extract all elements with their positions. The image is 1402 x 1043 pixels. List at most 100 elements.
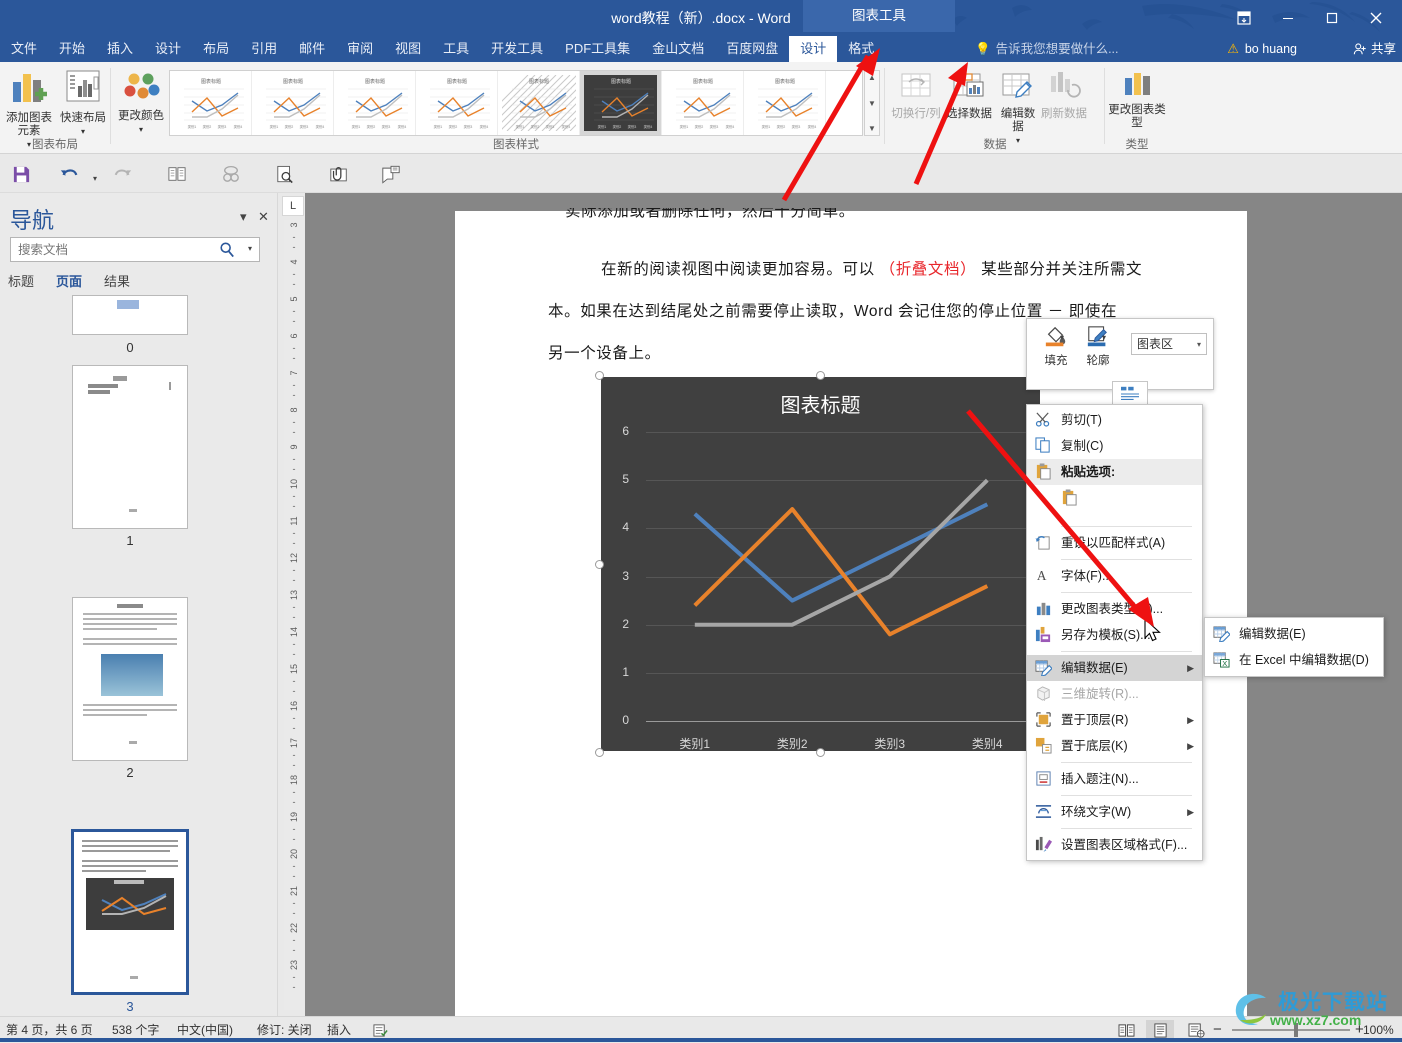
account-area[interactable]: ⚠ bo huang	[1227, 36, 1297, 62]
outline-button[interactable]: 轮廓	[1077, 325, 1119, 368]
change-chart-type-button[interactable]: 更改图表类型	[1108, 70, 1166, 130]
chart-object[interactable]: 图表标题 0123456 类别1 类别2 类别3 类别4	[595, 371, 1046, 757]
tell-me-box[interactable]: 💡 告诉我您想要做什么...	[975, 36, 1119, 62]
menu-item-1[interactable]: 开始	[48, 36, 96, 62]
save-icon[interactable]	[8, 161, 34, 187]
chart-style-thumbnail-0[interactable]: 图表标题 类别1 类别2 类别3 类别4	[170, 71, 252, 135]
undo-dropdown-icon[interactable]: ▾	[82, 165, 108, 191]
gallery-more-icon[interactable]: ▼	[868, 124, 876, 133]
menu-item-8[interactable]: 视图	[384, 36, 432, 62]
read-mode-icon[interactable]	[1112, 1020, 1140, 1040]
chart-element-selector[interactable]: 图表区 ▾	[1131, 333, 1207, 355]
select-data-button[interactable]: 选择数据	[943, 70, 995, 121]
paste-keep-formatting-icon[interactable]	[1061, 489, 1078, 509]
context-menu-item-7[interactable]: 编辑数据(E) ▶	[1027, 655, 1202, 681]
chart-style-thumbnail-3[interactable]: 图表标题 类别1 类别2 类别3 类别4	[416, 71, 498, 135]
context-menu-item-3[interactable]: 重设以匹配样式(A)	[1027, 530, 1202, 556]
restore-icon[interactable]	[1310, 2, 1354, 34]
context-menu-item-6[interactable]: 另存为模板(S)...	[1027, 622, 1202, 648]
context-menu[interactable]: 剪切(T) 复制(C) 粘贴选项: 重设以匹配样式(A) A 字体(F)... 更改图表类型…	[1026, 404, 1203, 861]
search-input[interactable]	[16, 238, 221, 261]
context-menu-item-0[interactable]: 剪切(T)	[1027, 407, 1202, 433]
context-menu-item-5[interactable]: 更改图表类型(Y)...	[1027, 596, 1202, 622]
close-icon[interactable]	[1354, 2, 1398, 34]
gallery-scroll-controls[interactable]: ▲ ▼ ▼	[864, 70, 880, 136]
resize-handle-sw[interactable]	[595, 748, 604, 757]
context-menu-item-4[interactable]: A 字体(F)...	[1027, 563, 1202, 589]
new-comment-icon[interactable]	[378, 161, 404, 187]
context-menu-item-9[interactable]: 置于顶层(R) ▶	[1027, 707, 1202, 733]
paste-options-row[interactable]	[1027, 485, 1202, 523]
undo-icon[interactable]	[56, 161, 82, 187]
menu-item-9[interactable]: 工具	[432, 36, 480, 62]
two-page-icon[interactable]	[164, 161, 190, 187]
resize-handle-w[interactable]	[595, 560, 604, 569]
web-layout-icon[interactable]	[1182, 1020, 1210, 1040]
menu-item-0[interactable]: 文件	[0, 36, 48, 62]
scroll-up-icon[interactable]: ▲	[868, 73, 876, 82]
menu-item-11[interactable]: PDF工具集	[554, 36, 641, 62]
navigation-pane-dropdown-icon[interactable]: ▾	[240, 209, 247, 225]
refresh-data-button[interactable]: 刷新数据	[1038, 70, 1090, 121]
chart-mini-toolbar[interactable]: 填充 ▾ 轮廓 ▾ 图表区 ▾	[1026, 318, 1214, 390]
list-item[interactable]	[72, 365, 188, 529]
menu-item-14[interactable]: 设计	[789, 36, 838, 62]
tab-stop-selector[interactable]: L	[282, 196, 304, 216]
search-icon[interactable]	[219, 241, 235, 261]
list-item[interactable]	[72, 597, 188, 761]
chart-style-thumbnail-1[interactable]: 图表标题 类别1 类别2 类别3 类别4	[252, 71, 334, 135]
context-menu-item-12[interactable]: 环绕文字(W) ▶	[1027, 799, 1202, 825]
print-preview-icon[interactable]	[272, 161, 298, 187]
submenu-item-1[interactable]: X 在 Excel 中编辑数据(D)	[1205, 647, 1383, 673]
context-menu-item-1[interactable]: 复制(C)	[1027, 433, 1202, 459]
menu-item-2[interactable]: 插入	[96, 36, 144, 62]
context-menu-item-11[interactable]: 插入题注(N)...	[1027, 766, 1202, 792]
switch-row-column-button[interactable]: 切换行/列	[890, 70, 942, 121]
menu-item-6[interactable]: 邮件	[288, 36, 336, 62]
print-layout-icon[interactable]	[1146, 1020, 1174, 1040]
navigation-pane-close-icon[interactable]: ✕	[258, 209, 269, 225]
context-menu-item-10[interactable]: 置于底层(K) ▶	[1027, 733, 1202, 759]
chevron-down-icon[interactable]: ▾	[1197, 334, 1201, 355]
share-button[interactable]: 共享	[1353, 36, 1396, 62]
list-item[interactable]	[71, 829, 189, 995]
link-icon[interactable]	[218, 161, 244, 187]
redo-icon[interactable]	[110, 161, 136, 187]
menu-item-13[interactable]: 百度网盘	[715, 36, 789, 62]
resize-handle-n[interactable]	[816, 371, 825, 380]
context-menu-item-13[interactable]: 设置图表区域格式(F)...	[1027, 832, 1202, 858]
resize-handle-s[interactable]	[816, 748, 825, 757]
resize-handle-nw[interactable]	[595, 371, 604, 380]
chevron-down-icon[interactable]: ▾	[81, 127, 85, 136]
nav-tab-1[interactable]: 页面	[56, 271, 82, 290]
submenu-item-0[interactable]: 编辑数据(E)	[1205, 621, 1383, 647]
chart-style-thumbnail-2[interactable]: 图表标题 类别1 类别2 类别3 类别4	[334, 71, 416, 135]
menu-item-3[interactable]: 设计	[144, 36, 192, 62]
ribbon-display-options-icon[interactable]	[1222, 2, 1266, 34]
chart-style-thumbnail-7[interactable]: 图表标题 类别1 类别2 类别3 类别4	[744, 71, 826, 135]
menu-item-15[interactable]: 格式	[837, 36, 885, 62]
quick-layout-button[interactable]: 快速布局 ▾	[56, 68, 110, 138]
chart-style-thumbnail-4[interactable]: 图表标题 类别1 类别2 类别3 类别4	[471, 71, 676, 135]
menu-item-7[interactable]: 审阅	[336, 36, 384, 62]
fill-button[interactable]: 填充	[1035, 325, 1077, 368]
page-thumbnails-list[interactable]: 0 1 2 3	[0, 295, 277, 1015]
list-item[interactable]	[72, 295, 188, 335]
fill-chevron-icon[interactable]: ▾	[1060, 333, 1064, 342]
chart-style-thumbnail-5[interactable]: 图表标题 类别1 类别2 类别3 类别4	[580, 71, 662, 135]
scroll-down-icon[interactable]: ▼	[868, 99, 876, 108]
search-options-chevron-icon[interactable]: ▾	[248, 244, 252, 253]
menu-item-12[interactable]: 金山文档	[641, 36, 715, 62]
nav-tab-0[interactable]: 标题	[8, 271, 34, 290]
menu-item-5[interactable]: 引用	[240, 36, 288, 62]
chevron-down-icon[interactable]: ▾	[139, 125, 143, 134]
context-submenu[interactable]: 编辑数据(E) X 在 Excel 中编辑数据(D)	[1204, 617, 1384, 677]
menu-item-4[interactable]: 布局	[192, 36, 240, 62]
minimize-icon[interactable]	[1266, 2, 1310, 34]
chart-style-thumbnail-6[interactable]: 图表标题 类别1 类别2 类别3 类别4	[662, 71, 744, 135]
menu-item-10[interactable]: 开发工具	[480, 36, 554, 62]
nav-tab-2[interactable]: 结果	[104, 271, 130, 290]
navigation-search-box[interactable]: ▾	[10, 237, 260, 262]
change-colors-button[interactable]: 更改颜色 ▾	[115, 72, 167, 136]
chart-styles-gallery[interactable]: 图表标题 类别1 类别2 类别3 类别4 图表标题 类别1 类别2 类别3 类别4 图表标题 类别1 类…	[169, 70, 863, 136]
